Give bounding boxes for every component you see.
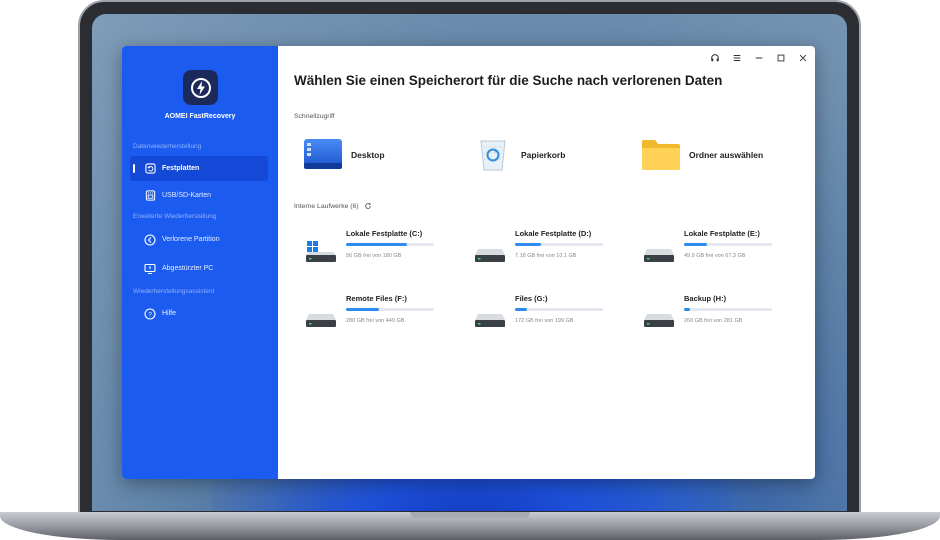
quick-access-label-desktop: Desktop	[351, 150, 385, 160]
sidebar-item-lost-partition[interactable]: Verlorene Partition	[130, 227, 268, 252]
partition-icon	[144, 233, 156, 246]
recycle-bin-icon	[480, 140, 506, 171]
folder-icon	[642, 140, 680, 170]
drive-card[interactable]: Lokale Festplatte (C:) 56 GB frei von 18…	[305, 229, 465, 271]
windows-drive-icon	[306, 241, 336, 262]
sidebar-item-help[interactable]: ? Hilfe	[130, 301, 268, 326]
drive-size: 172 GB frei von 199 GB	[515, 318, 574, 324]
drives-label: Interne Laufwerke (6)	[294, 202, 359, 210]
drive-usage-fill	[684, 308, 691, 311]
drive-name: Lokale Festplatte (D:)	[515, 229, 592, 238]
sidebar-item-label: Festplatten	[162, 165, 200, 172]
monitor-icon	[144, 263, 156, 275]
app-name: AOMEI FastRecovery	[164, 113, 236, 120]
drive-usage-fill	[346, 308, 380, 311]
headset-icon[interactable]	[709, 52, 721, 64]
window-controls	[709, 52, 809, 64]
quick-access-label-recycle-bin: Papierkorb	[521, 150, 566, 160]
close-icon[interactable]	[797, 52, 809, 64]
sidebar: AOMEI FastRecovery Datenwiederherstellun…	[122, 46, 278, 479]
drive-name: Lokale Festplatte (C:)	[346, 229, 423, 238]
hard-drive-icon	[306, 314, 336, 327]
drives-label-row: Interne Laufwerke (6)	[294, 202, 372, 210]
group-label-data-recovery: Datenwiederherstellung	[133, 143, 202, 150]
quick-access-folder[interactable]: Ordner auswählen	[641, 138, 763, 172]
drive-usage-fill	[346, 243, 407, 246]
hard-drive-icon	[644, 314, 674, 327]
drive-usage-fill	[684, 243, 707, 246]
drive-name: Lokale Festplatte (E:)	[684, 229, 760, 238]
app-window: AOMEI FastRecovery Datenwiederherstellun…	[122, 46, 815, 479]
drive-usage-track	[684, 243, 772, 246]
drive-size: 260 GB frei von 281 GB	[684, 318, 743, 324]
drive-card[interactable]: Lokale Festplatte (E:) 49.9 GB frei von …	[643, 229, 803, 271]
restore-icon	[144, 163, 156, 175]
laptop-notch	[410, 512, 530, 518]
drive-name: Files (G:)	[515, 294, 548, 303]
app-logo	[183, 70, 218, 105]
sidebar-item-usb-sd[interactable]: USB/SD-Karten	[130, 183, 268, 208]
drive-size: 56 GB frei von 180 GB	[346, 253, 402, 259]
quick-access-desktop[interactable]: Desktop	[303, 138, 385, 172]
drive-card[interactable]: Files (G:) 172 GB frei von 199 GB	[474, 294, 634, 336]
group-label-assistant: Wiederherstellungsassistent	[133, 288, 215, 295]
hard-drive-icon	[644, 249, 674, 262]
hard-drive-icon	[475, 249, 505, 262]
sidebar-item-label: Abgestürzter PC	[162, 265, 214, 272]
drive-usage-track	[346, 243, 434, 246]
drive-usage-track	[515, 308, 603, 311]
page-title: Wählen Sie einen Speicherort für die Suc…	[294, 73, 723, 88]
sidebar-item-label: Verlorene Partition	[162, 236, 220, 243]
sidebar-item-label: USB/SD-Karten	[162, 192, 212, 199]
maximize-icon[interactable]	[775, 52, 787, 64]
svg-text:?: ?	[148, 311, 152, 318]
lightning-icon	[190, 77, 211, 98]
sidebar-item-festplatten[interactable]: Festplatten	[130, 156, 268, 181]
active-indicator	[133, 164, 135, 173]
drive-usage-fill	[515, 243, 541, 246]
main-content: Wählen Sie einen Speicherort für die Suc…	[278, 46, 815, 479]
desktop-icon	[304, 139, 342, 169]
drive-usage-track	[515, 243, 603, 246]
drive-usage-track	[684, 308, 772, 311]
hard-drive-icon	[475, 314, 505, 327]
drive-size: 280 GB frei von 449 GB	[346, 318, 405, 324]
drive-card[interactable]: Lokale Festplatte (D:) 7.18 GB frei von …	[474, 229, 634, 271]
quick-access-label-folder: Ordner auswählen	[689, 150, 764, 160]
quick-access-recycle-bin[interactable]: Papierkorb	[473, 138, 565, 172]
drive-name: Backup (H:)	[684, 294, 727, 303]
drive-usage-fill	[515, 308, 528, 311]
menu-icon[interactable]	[731, 52, 743, 64]
minimize-icon[interactable]	[753, 52, 765, 64]
drive-card[interactable]: Backup (H:) 260 GB frei von 281 GB	[643, 294, 803, 336]
help-icon: ?	[144, 307, 156, 320]
drive-size: 7.18 GB frei von 10.1 GB	[515, 253, 577, 259]
refresh-icon[interactable]	[364, 202, 372, 210]
drive-card[interactable]: Remote Files (F:) 280 GB frei von 449 GB	[305, 294, 465, 336]
sd-card-icon	[144, 190, 156, 202]
drive-size: 49.9 GB frei von 67.3 GB	[684, 253, 746, 259]
sidebar-item-crashed-pc[interactable]: Abgestürzter PC	[130, 256, 268, 281]
sidebar-item-label: Hilfe	[162, 310, 177, 317]
drive-name: Remote Files (F:)	[346, 294, 407, 303]
quick-access-label: Schnellzugriff	[294, 113, 335, 120]
drive-usage-track	[346, 308, 434, 311]
group-label-advanced: Erweiterte Wiederherstellung	[133, 213, 217, 220]
